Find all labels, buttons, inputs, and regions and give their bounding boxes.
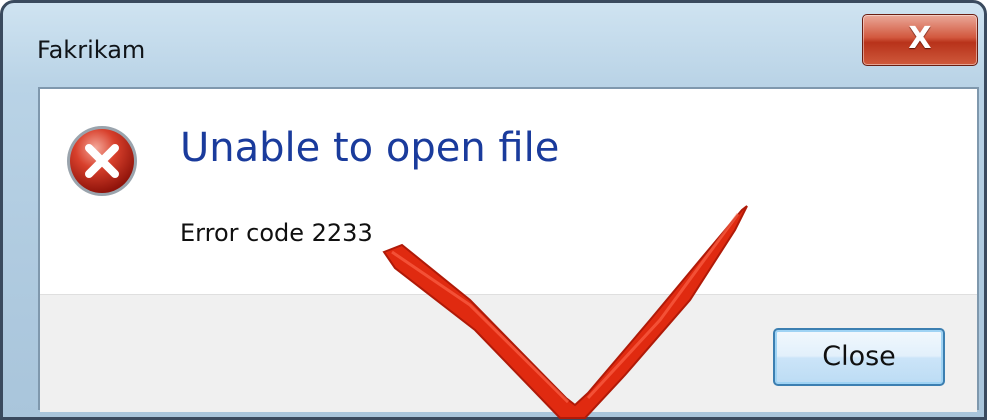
dialog-window: Fakrikam X Unable to open file Error cod (0, 0, 987, 420)
close-button[interactable]: Close (773, 328, 945, 386)
error-heading: Unable to open file (180, 125, 560, 171)
title-bar: Fakrikam X (3, 3, 984, 87)
error-icon (67, 126, 137, 196)
close-icon: X (908, 21, 932, 56)
window-close-button[interactable]: X (862, 14, 978, 66)
window-title: Fakrikam (37, 36, 146, 64)
message-area: Unable to open file Error code 2233 (40, 89, 977, 294)
button-bar: Close (40, 294, 977, 412)
dialog-body: Unable to open file Error code 2233 Clos… (38, 87, 979, 412)
error-detail: Error code 2233 (180, 219, 373, 247)
